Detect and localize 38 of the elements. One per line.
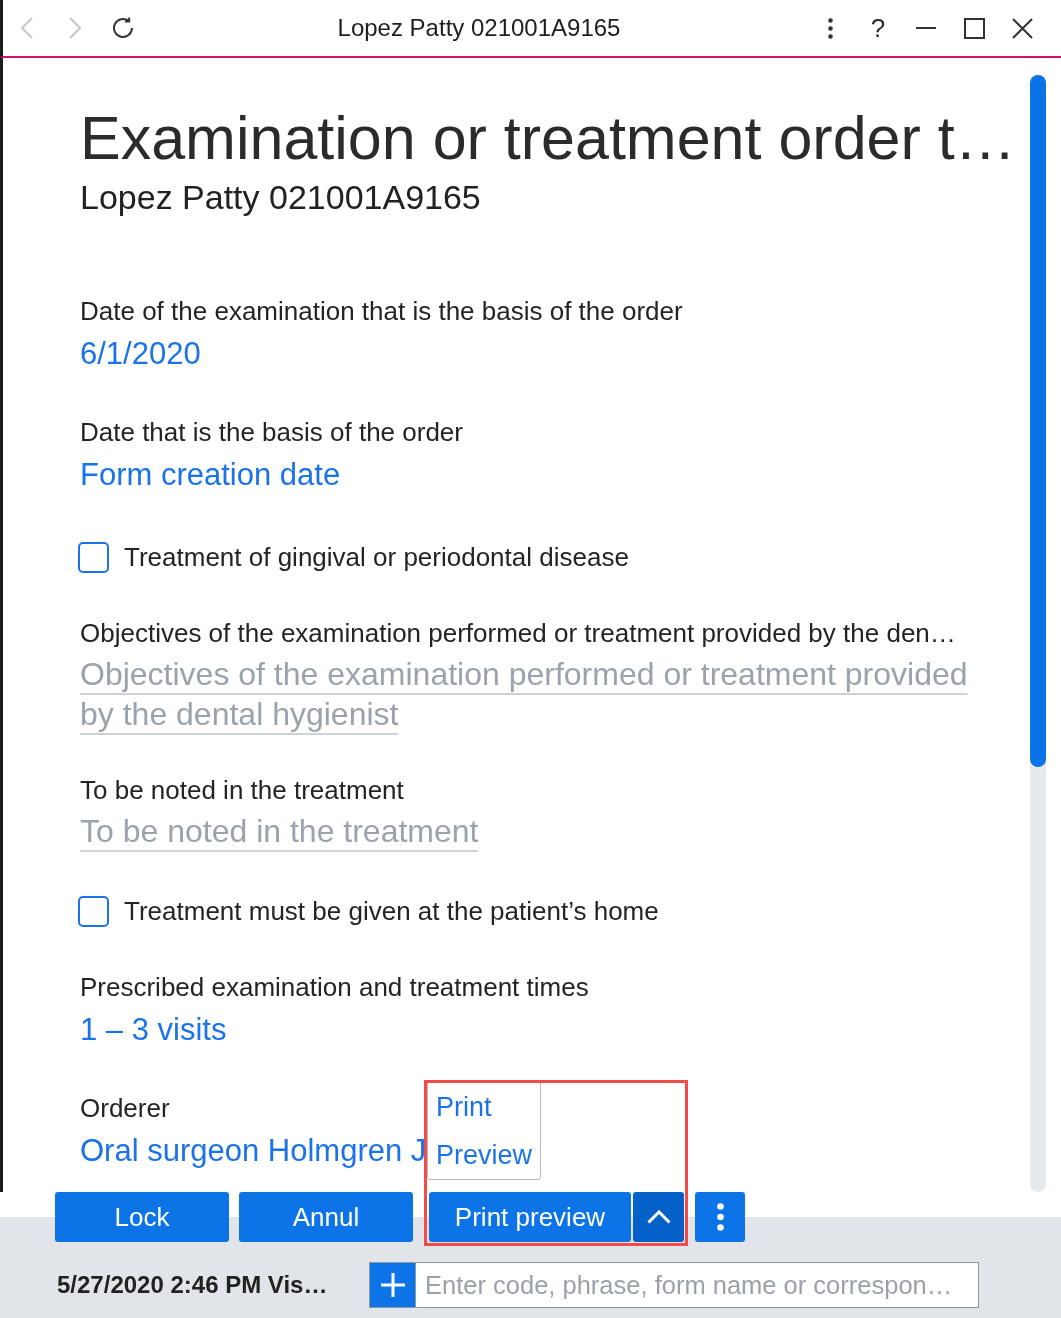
field-label: Orderer	[80, 1093, 170, 1123]
checkbox-label: Treatment must be given at the patient’s home	[124, 894, 659, 928]
add-button[interactable]	[369, 1262, 415, 1308]
field-value[interactable]: Form creation date	[80, 457, 341, 492]
print-preview-button[interactable]: Print preview	[429, 1192, 631, 1242]
more-icon[interactable]	[827, 17, 833, 39]
close-icon[interactable]	[1011, 17, 1033, 39]
field-label: To be noted in the treatment	[80, 775, 404, 805]
field-label: Prescribed examination and treatment times	[80, 972, 589, 1002]
help-button[interactable]: ?	[870, 15, 886, 41]
maximize-icon[interactable]	[963, 17, 985, 39]
more-button[interactable]	[695, 1192, 745, 1242]
field-label: Date of the examination that is the basis of the order	[80, 296, 683, 326]
text-field[interactable]: To be noted in the treatment	[80, 811, 479, 851]
field-value[interactable]: Oral surgeon Holmgren J	[80, 1133, 427, 1168]
text-field[interactable]: Objectives of the examination performed or treatment provided by the dental hygienist	[80, 654, 980, 734]
patient-subtitle: Lopez Patty 021001A9165	[80, 178, 481, 216]
field-value[interactable]: 6/1/2020	[80, 336, 201, 371]
window-title: Lopez Patty 021001A9165	[337, 14, 621, 41]
kebab-icon	[716, 1203, 724, 1231]
field-label: Objectives of the examination performed or treatment provided by the den…	[80, 618, 956, 648]
checkbox[interactable]	[78, 541, 109, 573]
reload-icon[interactable]	[112, 17, 134, 39]
caret-up-icon	[646, 1210, 671, 1224]
dropdown-toggle-button[interactable]	[633, 1192, 684, 1242]
scrollbar-thumb[interactable]	[1030, 75, 1046, 767]
menu-item[interactable]: Preview	[428, 1131, 540, 1179]
visit-info: 5/27/2020 2:46 PM Vis…	[57, 1271, 328, 1298]
action-button[interactable]: Annul	[239, 1192, 413, 1242]
menu-item[interactable]: Print	[428, 1083, 540, 1131]
form-title: Examination or treatment order t…	[80, 104, 1016, 172]
plus-icon	[380, 1273, 405, 1297]
field-value[interactable]: 1 – 3 visits	[80, 1012, 227, 1047]
field-label: Date that is the basis of the order	[80, 417, 463, 447]
checkbox[interactable]	[78, 895, 109, 927]
command-field[interactable]: Enter code, phrase, form name or correspon…	[415, 1262, 979, 1308]
checkbox-label: Treatment of gingival or periodontal disease	[124, 540, 629, 574]
action-button[interactable]: Lock	[55, 1192, 229, 1242]
